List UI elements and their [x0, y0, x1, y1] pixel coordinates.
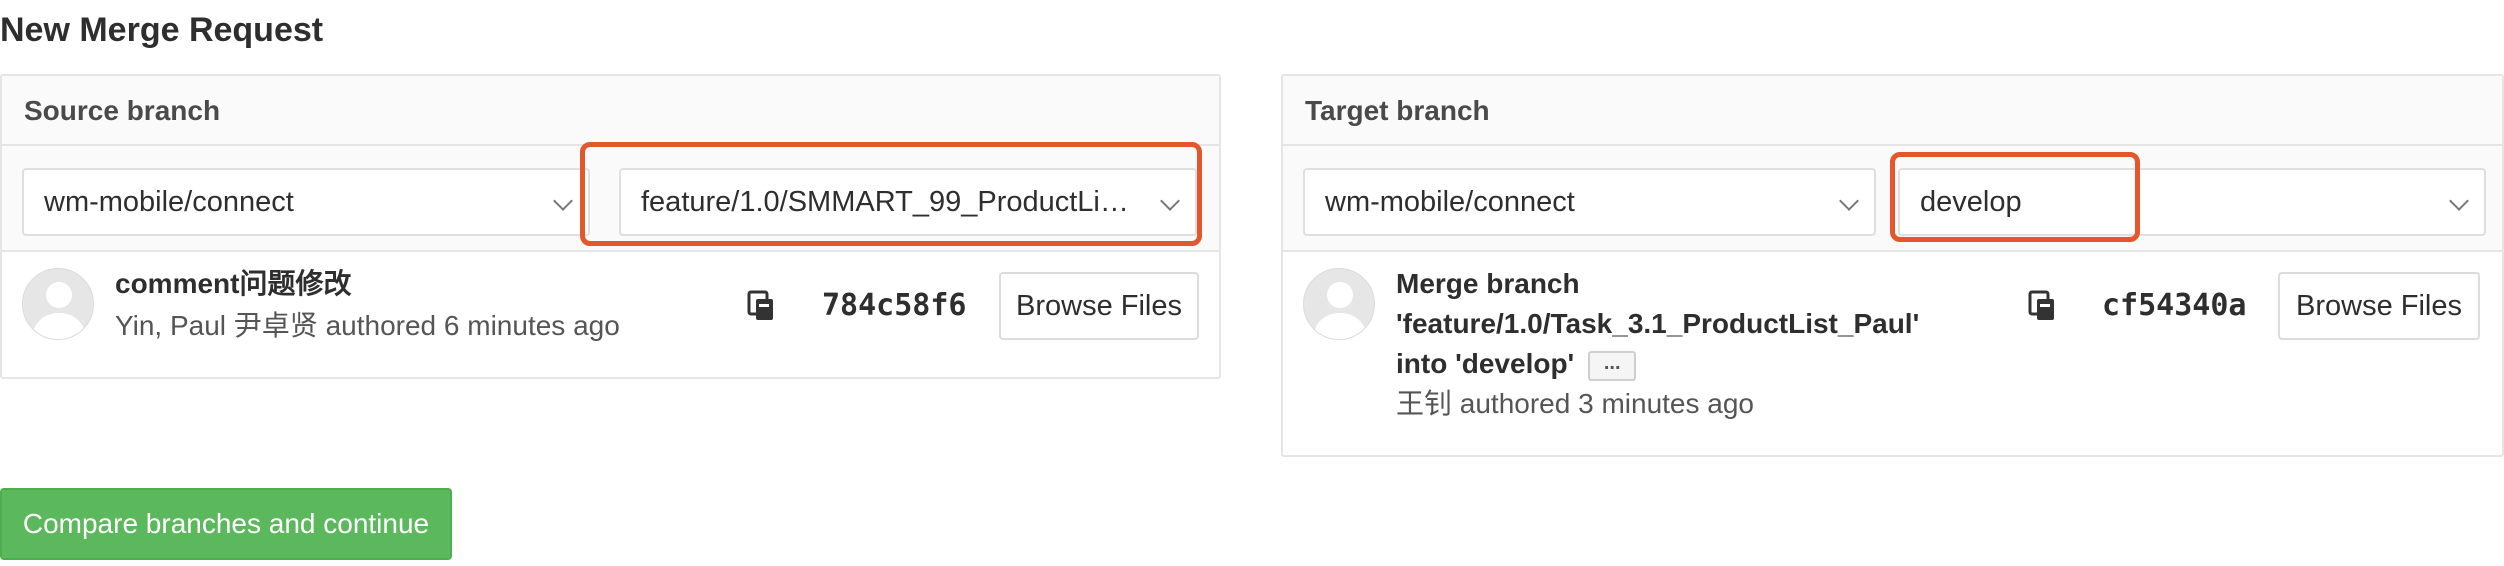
target-commit-meta: 王钊 authored 3 minutes ago	[1396, 388, 1754, 419]
chevron-down-icon	[553, 191, 573, 211]
source-branch-value: feature/1.0/SMMART_99_ProductList_Paul	[641, 186, 1197, 218]
source-commit-sha[interactable]: 784c58f6	[822, 286, 967, 326]
target-commit-title-line3: into 'develop'...	[1396, 344, 1919, 384]
source-branch-select[interactable]: feature/1.0/SMMART_99_ProductList_Paul	[619, 168, 1197, 236]
source-project-value: wm-mobile/connect	[44, 186, 294, 218]
target-commit-sha[interactable]: cf54340a	[2102, 286, 2247, 326]
source-branch-panel: Source branch wm-mobile/connect feature/…	[0, 74, 1221, 379]
chevron-down-icon	[1839, 191, 1859, 211]
avatar	[22, 268, 94, 340]
target-commit-title-line3-text: into 'develop'	[1396, 348, 1575, 379]
source-commit-title[interactable]: comment问题修改	[115, 264, 351, 304]
target-project-value: wm-mobile/connect	[1325, 186, 1575, 218]
source-selects-row: wm-mobile/connect feature/1.0/SMMART_99_…	[2, 146, 1219, 252]
target-branch-select[interactable]: develop	[1898, 168, 2486, 236]
copy-icon[interactable]	[747, 290, 775, 322]
source-browse-files-button[interactable]: Browse Files	[999, 272, 1199, 340]
source-project-select[interactable]: wm-mobile/connect	[22, 168, 590, 236]
compare-branches-button[interactable]: Compare branches and continue	[0, 488, 452, 560]
page-title: New Merge Request	[0, 11, 324, 49]
target-browse-files-button[interactable]: Browse Files	[2278, 272, 2480, 340]
target-branch-value: develop	[1920, 186, 2022, 218]
target-commit-title[interactable]: Merge branch 'feature/1.0/Task_3.1_Produ…	[1396, 264, 1919, 384]
copy-icon[interactable]	[2028, 290, 2056, 322]
source-branch-header: Source branch	[2, 76, 1219, 146]
target-commit-title-line1: Merge branch	[1396, 268, 1580, 299]
target-commit-title-line2: 'feature/1.0/Task_3.1_ProductList_Paul'	[1396, 308, 1920, 339]
target-branch-panel: Target branch wm-mobile/connect develop …	[1281, 74, 2504, 457]
target-project-select[interactable]: wm-mobile/connect	[1303, 168, 1876, 236]
target-selects-row: wm-mobile/connect develop	[1283, 146, 2502, 252]
expand-commit-message-button[interactable]: ...	[1588, 350, 1637, 381]
chevron-down-icon	[2449, 191, 2469, 211]
avatar	[1303, 268, 1375, 340]
target-branch-header: Target branch	[1283, 76, 2502, 146]
source-commit-meta: Yin, Paul 尹卓贤 authored 6 minutes ago	[115, 310, 620, 341]
